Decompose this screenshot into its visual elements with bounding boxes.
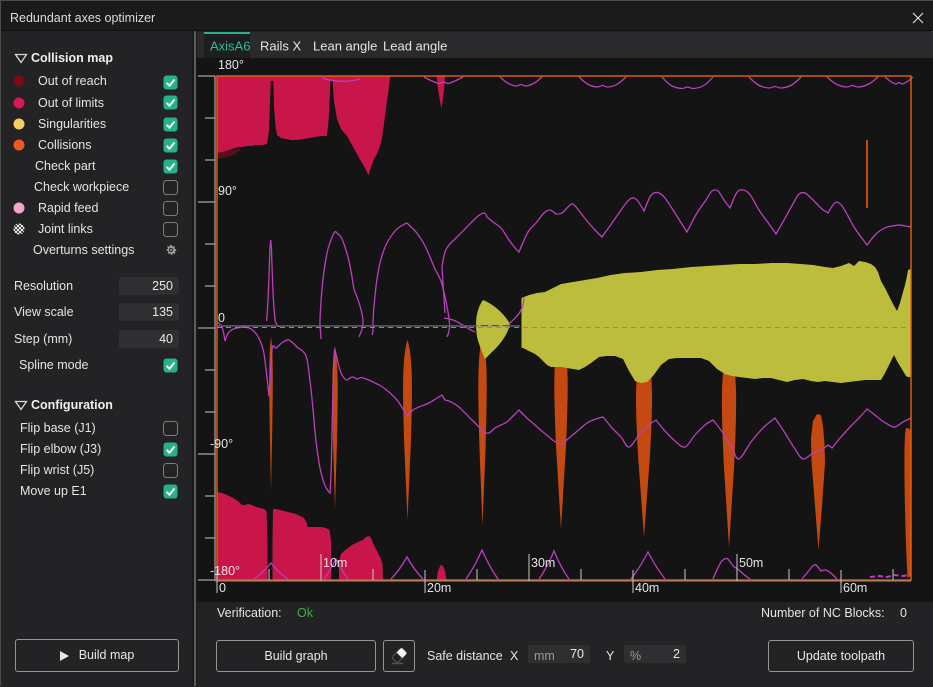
svg-text:40m: 40m (635, 581, 659, 595)
svg-text:10m: 10m (323, 556, 347, 570)
svg-text:60m: 60m (843, 581, 867, 595)
svg-text:20m: 20m (427, 581, 451, 595)
svg-text:0: 0 (218, 311, 225, 325)
svg-text:0: 0 (219, 581, 226, 595)
svg-text:-180°: -180° (210, 564, 240, 578)
svg-text:180°: 180° (218, 58, 244, 72)
svg-text:50m: 50m (739, 556, 763, 570)
svg-text:-90°: -90° (210, 437, 233, 451)
svg-text:30m: 30m (531, 556, 555, 570)
svg-text:90°: 90° (218, 184, 237, 198)
